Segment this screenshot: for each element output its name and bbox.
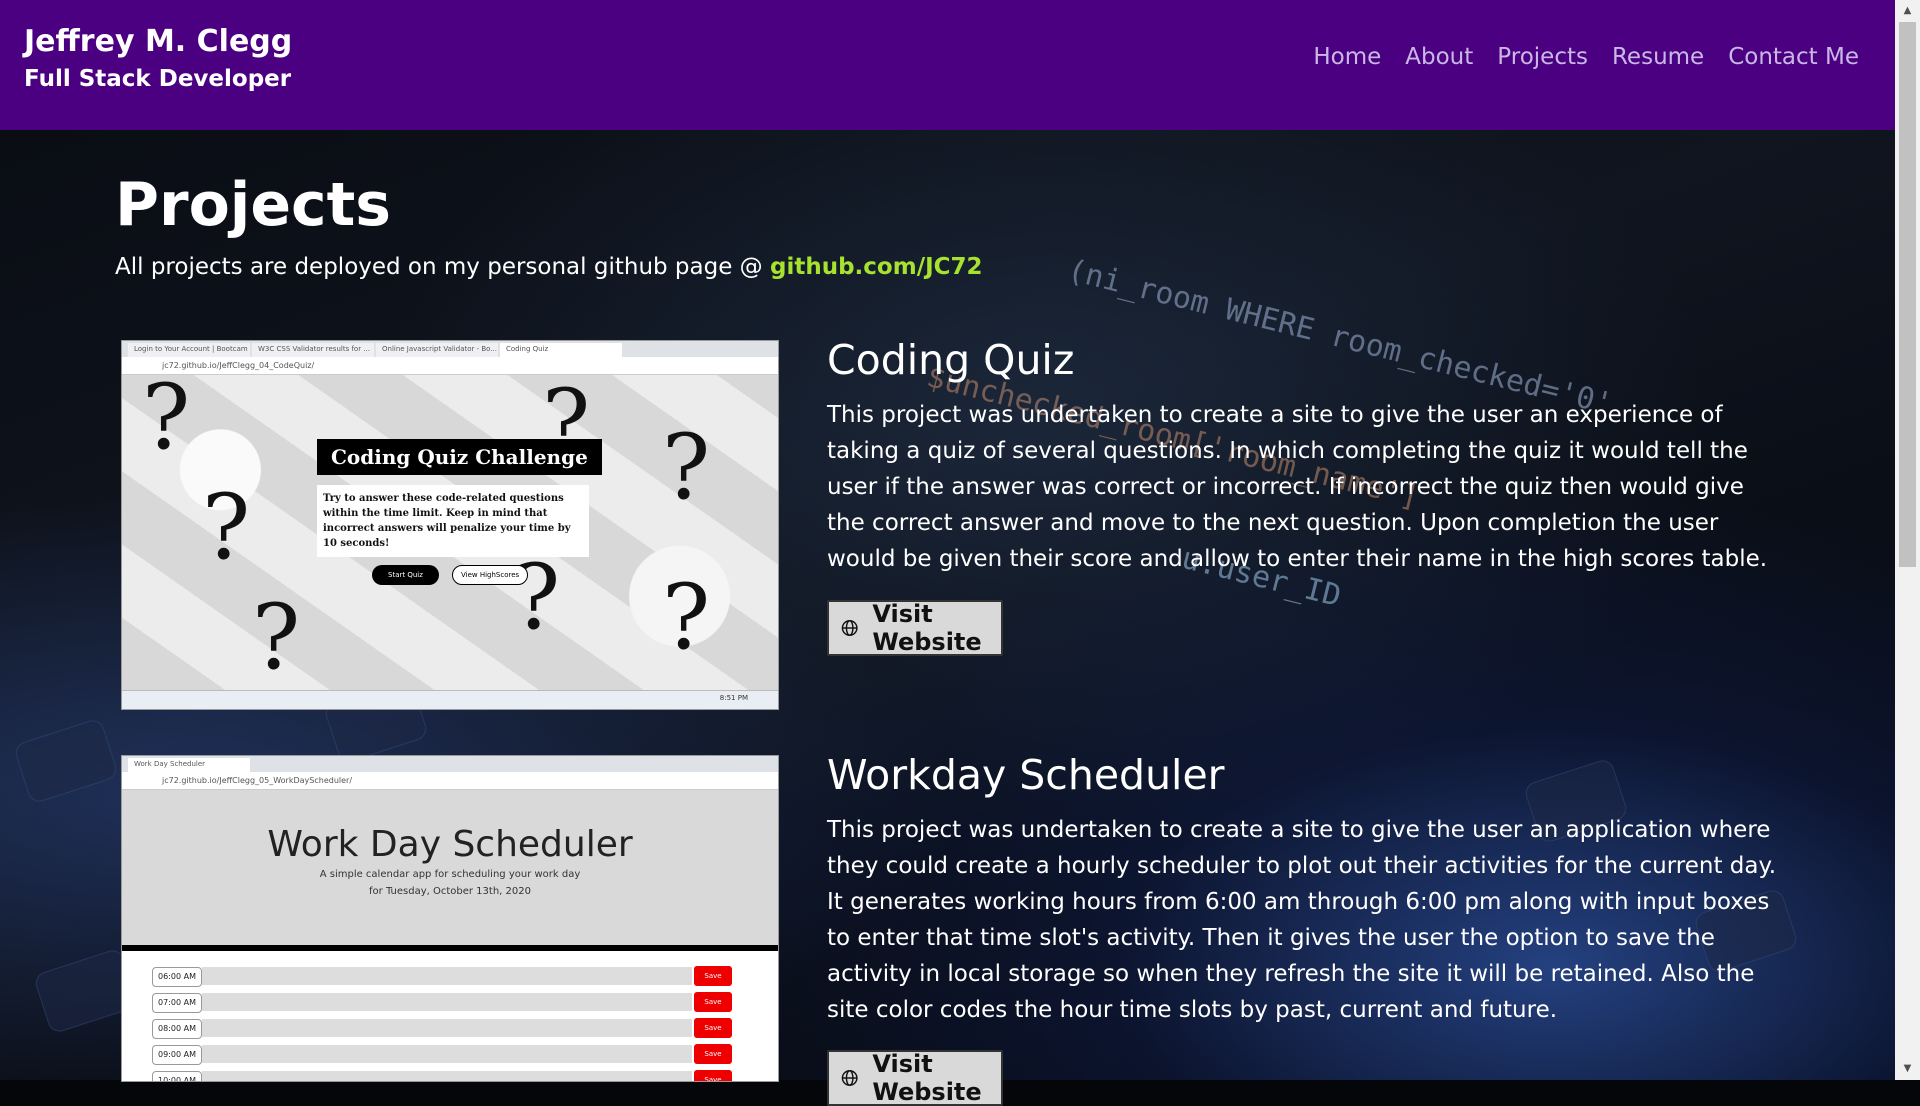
browser-tab: W3C CSS Validator results for ... bbox=[252, 343, 374, 357]
save-button: Save bbox=[694, 1070, 732, 1081]
project-description: This project was undertaken to create a … bbox=[827, 402, 1768, 572]
scheduler-header: Work Day Scheduler A simple calendar app… bbox=[122, 790, 778, 951]
quiz-heading: Coding Quiz Challenge bbox=[317, 439, 602, 475]
project-description: This project was undertaken to create a … bbox=[827, 817, 1777, 1023]
main-nav: Home About Projects Resume Contact Me bbox=[1313, 44, 1859, 70]
globe-icon bbox=[841, 1070, 858, 1086]
taskbar-clock: 8:51 PM bbox=[719, 694, 748, 702]
activity-input bbox=[202, 1071, 692, 1081]
scheduler-row: 09:00 AM Save bbox=[152, 1043, 732, 1065]
hour-label: 08:00 AM bbox=[152, 1019, 202, 1039]
browser-url: jc72.github.io/JeffClegg_05_WorkDaySched… bbox=[122, 772, 778, 790]
quiz-instructions: Try to answer these code-related questio… bbox=[317, 485, 589, 557]
visit-website-label: Visit Website bbox=[872, 600, 982, 656]
hour-label: 07:00 AM bbox=[152, 993, 202, 1013]
scroll-thumb[interactable] bbox=[1899, 22, 1916, 567]
windows-taskbar: 8:51 PM bbox=[122, 690, 778, 709]
page-scrollbar[interactable]: ▲ ▼ bbox=[1895, 0, 1920, 1080]
brand-name[interactable]: Jeffrey M. Clegg bbox=[24, 24, 292, 59]
nav-about[interactable]: About bbox=[1405, 44, 1473, 70]
browser-tab: Online Javascript Validator - Bo... bbox=[376, 343, 498, 357]
github-link[interactable]: github.com/JC72 bbox=[770, 254, 983, 280]
scheduler-page: Work Day Scheduler A simple calendar app… bbox=[122, 790, 778, 1081]
scroll-down-arrow-icon[interactable]: ▼ bbox=[1895, 1060, 1920, 1078]
question-mark-graphic: ? bbox=[662, 565, 711, 670]
navbar: Jeffrey M. Clegg Full Stack Developer Ho… bbox=[0, 0, 1895, 130]
save-button: Save bbox=[694, 966, 732, 986]
nav-contact[interactable]: Contact Me bbox=[1728, 44, 1859, 70]
question-mark-graphic: ? bbox=[252, 585, 301, 690]
quiz-page: ? ? ? ? ? ? ? Coding Quiz Challenge Try … bbox=[122, 365, 778, 691]
question-mark-graphic: ? bbox=[512, 545, 561, 650]
activity-input bbox=[202, 1045, 692, 1064]
highscores-button: View HighScores bbox=[452, 565, 529, 585]
intro-label: All projects are deployed on my personal… bbox=[115, 254, 770, 280]
hour-label: 10:00 AM bbox=[152, 1071, 202, 1081]
nav-home[interactable]: Home bbox=[1313, 44, 1381, 70]
hour-label: 09:00 AM bbox=[152, 1045, 202, 1065]
visit-website-button[interactable]: Visit Website bbox=[827, 600, 1003, 656]
browser-tabs: Work Day Scheduler bbox=[122, 756, 778, 772]
activity-input bbox=[202, 967, 692, 986]
question-mark-graphic: ? bbox=[142, 365, 191, 470]
start-quiz-button: Start Quiz bbox=[372, 565, 439, 585]
scheduler-heading: Work Day Scheduler bbox=[267, 824, 633, 865]
scheduler-row: 06:00 AM Save bbox=[152, 965, 732, 987]
activity-input bbox=[202, 1019, 692, 1038]
browser-tab-active: Work Day Scheduler bbox=[128, 758, 250, 772]
scheduler-subtitle: A simple calendar app for scheduling you… bbox=[319, 869, 581, 880]
intro-text: All projects are deployed on my personal… bbox=[115, 254, 983, 280]
hour-label: 06:00 AM bbox=[152, 967, 202, 987]
project-title: Coding Quiz bbox=[827, 336, 1075, 384]
brand-subtitle: Full Stack Developer bbox=[24, 66, 292, 92]
save-button: Save bbox=[694, 992, 732, 1012]
save-button: Save bbox=[694, 1018, 732, 1038]
nav-projects[interactable]: Projects bbox=[1497, 44, 1588, 70]
project-title: Workday Scheduler bbox=[827, 751, 1225, 799]
browser-tab-active: Coding Quiz bbox=[500, 343, 622, 357]
coding-quiz-screenshot[interactable]: Login to Your Account | Bootcam W3C CSS … bbox=[121, 340, 779, 710]
workday-scheduler-screenshot[interactable]: Work Day Scheduler jc72.github.io/JeffCl… bbox=[121, 755, 779, 1082]
nav-resume[interactable]: Resume bbox=[1612, 44, 1704, 70]
scroll-up-arrow-icon[interactable]: ▲ bbox=[1895, 2, 1920, 20]
question-mark-graphic: ? bbox=[202, 475, 251, 580]
browser-tabs: Login to Your Account | Bootcam W3C CSS … bbox=[122, 341, 778, 357]
keyboard-key bbox=[12, 717, 120, 805]
scheduler-date: for Tuesday, October 13th, 2020 bbox=[369, 886, 531, 897]
page-title: Projects bbox=[115, 170, 392, 240]
scheduler-row: 10:00 AM Save bbox=[152, 1069, 732, 1081]
activity-input bbox=[202, 993, 692, 1012]
scheduler-row: 08:00 AM Save bbox=[152, 1017, 732, 1039]
visit-website-button[interactable]: Visit Website bbox=[827, 1050, 1003, 1106]
save-button: Save bbox=[694, 1044, 732, 1064]
visit-website-label: Visit Website bbox=[872, 1050, 982, 1106]
globe-icon bbox=[841, 620, 858, 636]
browser-url: jc72.github.io/JeffClegg_04_CodeQuiz/ bbox=[122, 357, 778, 375]
question-mark-graphic: ? bbox=[662, 415, 711, 520]
scheduler-row: 07:00 AM Save bbox=[152, 991, 732, 1013]
browser-tab: Login to Your Account | Bootcam bbox=[128, 343, 250, 357]
